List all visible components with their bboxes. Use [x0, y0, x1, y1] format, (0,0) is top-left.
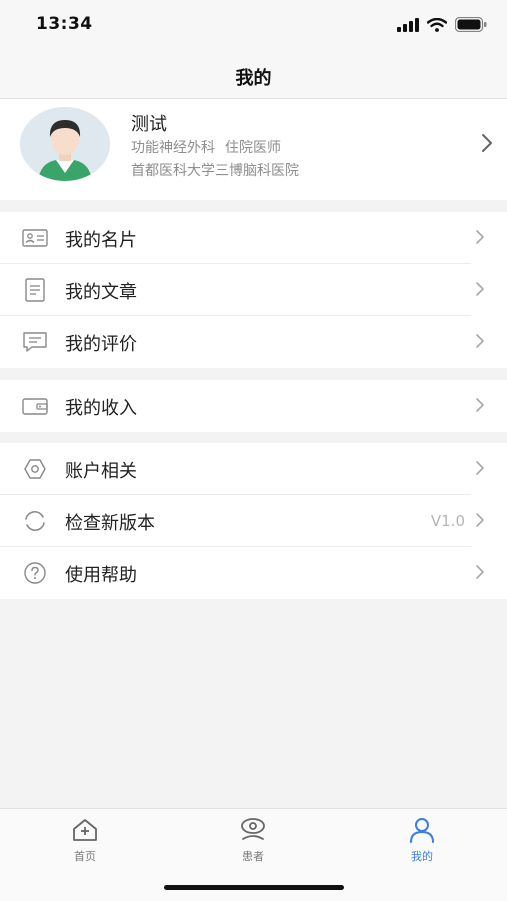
id-card-icon	[22, 229, 48, 247]
menu-item-label: 我的收入	[65, 398, 137, 419]
chevron-right-icon	[476, 513, 484, 527]
menu-item-label: 使用帮助	[65, 565, 137, 586]
nav-bar: 我的	[0, 50, 507, 99]
menu-item-label: 我的文章	[65, 282, 137, 303]
chevron-right-icon	[476, 565, 484, 579]
menu-item-label: 我的评价	[65, 334, 137, 355]
page-title: 我的	[235, 68, 272, 89]
tab-label: 我的	[411, 850, 433, 863]
wallet-icon	[22, 398, 48, 415]
profile-card[interactable]: 测试 功能神经外科 住院医师 首都医科大学三博脑科医院	[0, 99, 507, 200]
profile-name: 测试	[131, 114, 167, 135]
menu-group-income: 我的收入	[0, 380, 507, 432]
battery-icon	[455, 17, 487, 32]
chevron-right-icon	[476, 334, 484, 348]
wifi-icon	[427, 17, 447, 32]
home-indicator	[164, 885, 344, 890]
chevron-right-icon	[476, 461, 484, 475]
menu-item-my-articles[interactable]: 我的文章	[0, 264, 507, 316]
profile-department-line: 功能神经外科 住院医师	[131, 137, 281, 157]
doctor-avatar-icon	[20, 107, 110, 181]
menu-item-my-reviews[interactable]: 我的评价	[0, 316, 507, 368]
menu-item-label: 检查新版本	[65, 513, 155, 534]
tab-patients[interactable]: 患者	[203, 817, 303, 864]
tab-mine[interactable]: 我的	[372, 817, 472, 864]
help-icon	[24, 562, 46, 584]
settings-icon	[24, 459, 46, 479]
chevron-right-icon	[482, 134, 492, 152]
tab-label: 患者	[242, 850, 264, 863]
avatar	[20, 107, 110, 181]
tab-label: 首页	[74, 850, 96, 863]
refresh-icon	[25, 511, 45, 531]
menu-item-help[interactable]: 使用帮助	[0, 547, 507, 599]
profile-department: 功能神经外科	[131, 140, 215, 156]
status-time: 13:34	[36, 14, 93, 34]
chevron-right-icon	[476, 230, 484, 244]
status-icons	[397, 17, 487, 32]
menu-item-label: 我的名片	[65, 230, 137, 251]
menu-group-profile: 我的名片 我的文章 我的评价	[0, 212, 507, 368]
tab-home[interactable]: 首页	[35, 817, 135, 864]
menu-item-check-update[interactable]: 检查新版本 V1.0	[0, 495, 507, 547]
profile-hospital: 首都医科大学三博脑科医院	[131, 163, 299, 179]
menu-group-settings: 账户相关 检查新版本 V1.0 使用帮助	[0, 443, 507, 599]
profile-icon	[410, 818, 434, 843]
home-icon	[73, 819, 97, 841]
comment-icon	[23, 332, 47, 352]
status-bar: 13:34	[0, 0, 507, 50]
menu-item-label: 账户相关	[65, 461, 137, 482]
document-icon	[25, 278, 45, 302]
menu-item-account[interactable]: 账户相关	[0, 443, 507, 495]
chevron-right-icon	[476, 282, 484, 296]
signal-icon	[397, 17, 419, 32]
menu-item-business-card[interactable]: 我的名片	[0, 212, 507, 264]
profile-position: 住院医师	[225, 140, 281, 156]
menu-item-my-income[interactable]: 我的收入	[0, 380, 507, 432]
patient-icon	[241, 818, 265, 840]
version-value: V1.0	[430, 512, 465, 530]
chevron-right-icon	[476, 398, 484, 412]
